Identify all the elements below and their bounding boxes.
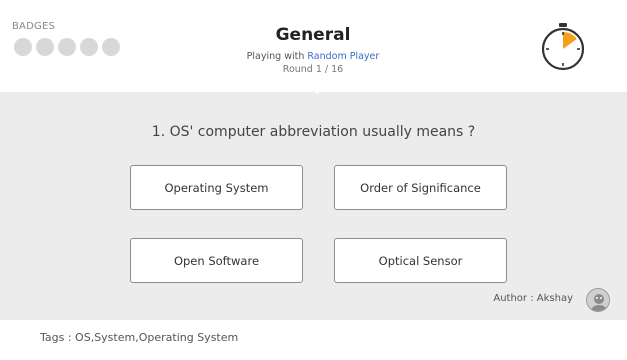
badge-slot-icon bbox=[36, 38, 54, 56]
answer-option-1[interactable]: Operating System bbox=[130, 165, 303, 210]
answer-option-4[interactable]: Optical Sensor bbox=[334, 238, 507, 283]
category-title: General bbox=[275, 25, 351, 45]
author-credit: Author : Akshay bbox=[493, 293, 573, 304]
playing-with-line: Playing with Random Player bbox=[213, 51, 413, 63]
author-label: Author : bbox=[493, 293, 534, 304]
playing-with-prefix: Playing with bbox=[246, 51, 305, 62]
title-block: General Playing with Random Player Round… bbox=[213, 25, 413, 76]
stopwatch-icon bbox=[541, 23, 585, 71]
badges-label: BADGES bbox=[12, 21, 56, 32]
answer-option-3[interactable]: Open Software bbox=[130, 238, 303, 283]
panel-notch bbox=[309, 87, 325, 94]
question-text: 1. OS' computer abbreviation usually mea… bbox=[151, 124, 476, 140]
opponent-link[interactable]: Random Player bbox=[307, 51, 379, 62]
game-header: BADGES General Playing with Random Playe… bbox=[0, 0, 627, 92]
user-avatar-icon[interactable] bbox=[586, 288, 610, 312]
badge-slot-icon bbox=[80, 38, 98, 56]
badge-slot-icon bbox=[14, 38, 32, 56]
question-tags: Tags : OS,System,Operating System bbox=[40, 331, 239, 344]
round-indicator: Round 1 / 16 bbox=[282, 64, 344, 75]
badges-row bbox=[14, 38, 120, 56]
answer-option-2[interactable]: Order of Significance bbox=[334, 165, 507, 210]
badge-slot-icon bbox=[102, 38, 120, 56]
badge-slot-icon bbox=[58, 38, 76, 56]
author-name: Akshay bbox=[536, 293, 573, 304]
